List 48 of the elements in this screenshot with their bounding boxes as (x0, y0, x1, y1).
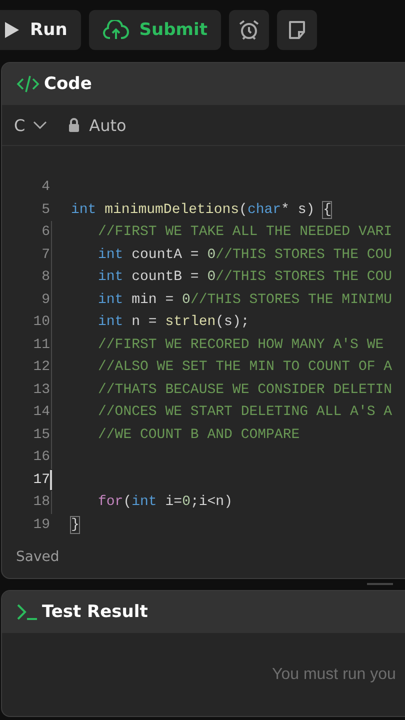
code-line: //ALSO WE SET THE MIN TO COUNT OF A (98, 359, 392, 376)
line-number: 12 (32, 359, 50, 376)
line-number: 18 (32, 494, 50, 510)
line-number: 15 (32, 426, 50, 443)
code-line: int minimumDeletions(char* s) { (71, 202, 332, 218)
line-number: 9 (40, 292, 50, 308)
code-line: } (71, 516, 80, 533)
code-line: int countA = 0//THIS STORES THE COU (98, 246, 392, 263)
code-line: int countB = 0//THIS STORES THE COU (98, 269, 392, 286)
line-number: 7 (40, 246, 50, 263)
lock-icon (67, 117, 82, 133)
terminal-icon (16, 603, 38, 621)
panel-title: Code (44, 74, 92, 94)
line-number: 10 (32, 314, 50, 330)
panel-title: Test Result (42, 602, 148, 622)
text-cursor (50, 470, 52, 490)
run-button[interactable]: Run (0, 10, 82, 50)
alarm-clock-icon (238, 19, 260, 41)
line-number: 14 (32, 404, 50, 420)
play-icon (4, 21, 20, 39)
line-number: 6 (40, 224, 50, 240)
submit-button[interactable]: Submit (89, 10, 222, 50)
line-number: 4 (40, 179, 50, 196)
code-icon (16, 74, 40, 94)
line-number: 5 (40, 202, 50, 218)
chevron-down-icon[interactable] (33, 121, 48, 129)
note-button[interactable] (277, 10, 318, 50)
mode-label: Auto (89, 116, 126, 134)
code-line: int min = 0//THIS STORES THE MINIMU (98, 292, 392, 308)
line-number: 17 (32, 472, 50, 488)
code-line: for(int i=0;i<n) (98, 494, 232, 510)
note-icon (287, 20, 308, 40)
code-line: //ONCES WE START DELETING ALL A'S A (98, 404, 392, 420)
empty-message: You must run you (272, 666, 396, 684)
alarm-clock-button[interactable] (229, 10, 270, 50)
code-line: //FIRST WE RECORED HOW MANY A'S WE (98, 336, 384, 353)
save-status: Saved (16, 549, 60, 565)
cloud-upload-icon (103, 20, 130, 40)
code-line: //FIRST WE TAKE ALL THE NEEDED VARI (98, 224, 392, 240)
code-line: //WE COUNT B AND COMPARE (98, 426, 300, 443)
line-number: 8 (40, 269, 50, 286)
code-line: int n = strlen(s); (98, 314, 250, 330)
line-number: 19 (32, 516, 50, 533)
line-number: 13 (32, 382, 50, 398)
line-number: 11 (32, 336, 50, 353)
code-line: //THATS BECAUSE WE CONSIDER DELETIN (98, 382, 392, 398)
line-number: 16 (32, 449, 50, 466)
language-select[interactable]: C (14, 116, 26, 134)
